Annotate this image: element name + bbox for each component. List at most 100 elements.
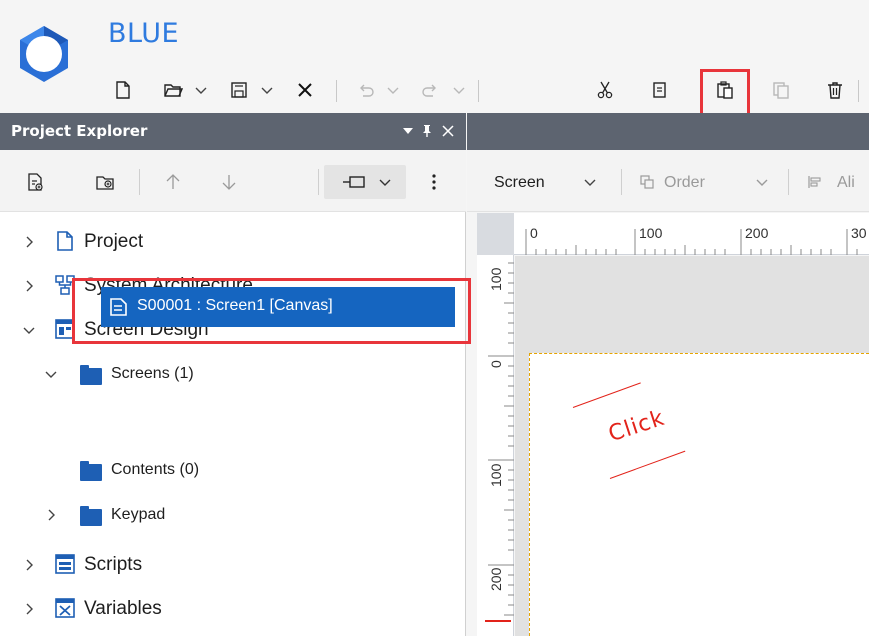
folder-icon [80,461,102,481]
chevron-down-icon[interactable] [755,175,769,189]
screen1-highlight-box [72,278,471,344]
order-icon [640,175,654,189]
toolbar-separator [621,169,622,195]
tree-label: Contents (0) [111,461,200,478]
project-explorer-toolbar [0,150,466,212]
move-up-icon [166,174,180,189]
new-file-icon [116,81,130,99]
toolbar-separator [139,169,140,195]
order-dropdown[interactable]: Order [664,174,705,192]
tree-item-variables[interactable]: Variables [0,589,466,629]
align-dropdown[interactable]: Ali [837,174,855,192]
undo-button[interactable] [352,77,378,103]
copy-icon [653,82,666,98]
tree-label: Keypad [111,506,166,523]
cut-icon [597,81,613,99]
tree-item-keypad[interactable]: Keypad [0,495,466,535]
chevron-right-icon[interactable] [22,602,36,616]
chevron-right-icon[interactable] [22,279,36,293]
folder-icon [80,506,102,526]
open-dropdown-chevron-icon[interactable] [194,83,208,97]
tree-label: Screens (1) [111,365,194,382]
ruler-label: 0 [530,225,538,241]
toolbar-separator [858,80,859,102]
move-down-icon [222,175,236,190]
save-dropdown-chevron-icon[interactable] [260,83,274,97]
move-down-button[interactable] [216,169,242,195]
horizontal-ruler: 0 100 200 30 [514,213,869,255]
redo-button[interactable] [418,77,444,103]
add-item-icon [28,173,43,191]
editor-tab-strip [467,113,869,150]
chevron-right-icon[interactable] [22,235,36,249]
open-folder-icon [164,84,183,97]
app-logo-icon [20,26,68,82]
open-button[interactable] [160,77,186,103]
toolbar-separator [788,169,789,195]
project-explorer-header: Project Explorer [0,113,466,150]
delete-button[interactable] [822,77,848,103]
pin-icon[interactable] [421,124,433,138]
scripts-icon [55,554,75,574]
paste-highlight-box [700,69,750,116]
close-icon[interactable] [442,125,454,137]
expand-collapse-icon [343,176,365,188]
save-icon [231,82,247,98]
expand-collapse-button[interactable] [324,165,406,199]
close-project-button[interactable] [292,77,318,103]
tree-label: Variables [84,598,162,619]
tree-label: Scripts [84,554,143,575]
ruler-label: 100 [488,267,504,291]
redo-dropdown-chevron-icon[interactable] [452,83,466,97]
toolbar-separator [478,80,479,102]
cut-button[interactable] [592,77,618,103]
toolbar-separator [318,169,319,195]
chevron-right-icon[interactable] [22,558,36,572]
dropdown-icon[interactable] [402,125,414,137]
screen-dropdown[interactable]: Screen [494,174,545,192]
chevron-down-icon[interactable] [583,175,597,189]
add-item-button[interactable] [22,169,48,195]
chevron-right-icon[interactable] [44,508,58,522]
close-icon [298,83,312,97]
chevron-down-icon [379,179,391,186]
ruler-ticks [525,229,858,255]
duplicate-icon [773,82,789,99]
redo-icon [422,84,436,97]
duplicate-button[interactable] [768,77,794,103]
ruler-label: 0 [488,360,504,368]
copy-button[interactable] [646,77,672,103]
move-up-button[interactable] [160,169,186,195]
app-title: BLUE [108,18,180,49]
vertical-ruler: 100 0 100 200 [477,255,514,636]
ruler-label: 30 [851,225,867,241]
more-options-icon[interactable] [424,169,444,195]
new-file-button[interactable] [110,77,136,103]
ruler-label: 100 [488,463,504,487]
ruler-label: 100 [639,225,663,241]
app-window: BLUE Project Explorer Project System Arc… [0,0,869,636]
toolbar-separator [336,80,337,102]
align-icon [808,176,821,188]
title-toolbar: BLUE [0,0,869,116]
ruler-label: 200 [488,567,504,591]
undo-dropdown-chevron-icon[interactable] [386,83,400,97]
project-explorer-title: Project Explorer [11,122,148,140]
add-folder-icon [96,176,114,190]
tree-label: Project [84,231,144,252]
tree-item-scripts[interactable]: Scripts [0,545,466,585]
tree-item-contents[interactable]: Contents (0) [0,450,466,490]
editor-toolbar: Screen Order Ali [467,150,869,212]
save-button[interactable] [226,77,252,103]
add-folder-button[interactable] [92,169,118,195]
tree-item-screens[interactable]: Screens (1) [0,354,466,394]
variables-icon [55,598,75,618]
ruler-label: 200 [745,225,769,241]
chevron-down-icon[interactable] [22,323,36,337]
ruler-corner [477,213,514,255]
tree-item-project[interactable]: Project [0,222,466,262]
folder-icon [80,365,102,385]
chevron-down-icon[interactable] [44,367,58,381]
screen-canvas[interactable] [529,353,869,636]
delete-icon [828,82,842,99]
